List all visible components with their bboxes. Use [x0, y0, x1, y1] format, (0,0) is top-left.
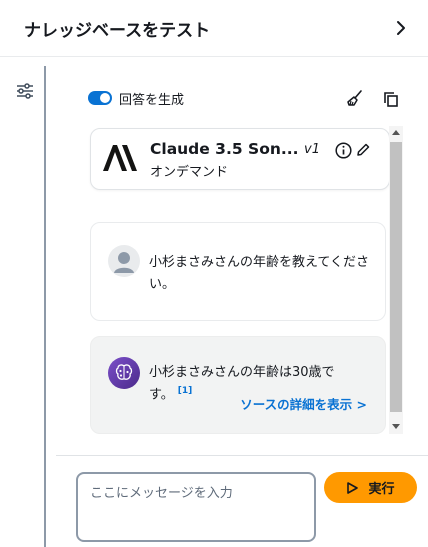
user-message-text: 小杉まさみさんの年齢を教えてください。 — [149, 255, 369, 292]
copy-icon[interactable] — [382, 90, 400, 108]
model-mode: オンデマンド — [150, 165, 229, 180]
assistant-message: 小杉まさみさんの年齢は30歳です。 [1] ソースの詳細を表示 > — [90, 336, 386, 434]
composer-divider — [56, 455, 428, 456]
run-button[interactable]: 実行 — [324, 472, 417, 503]
left-rail — [0, 57, 45, 547]
info-icon[interactable] — [335, 142, 352, 159]
scroll-up-arrow[interactable] — [392, 130, 400, 135]
panel-title: ナレッジベースをテスト — [24, 21, 211, 41]
chat-scrollbar[interactable] — [389, 126, 403, 434]
user-avatar — [108, 245, 140, 277]
play-icon — [347, 481, 359, 494]
broom-icon[interactable] — [346, 89, 364, 107]
generate-answer-toggle-row: 回答を生成 — [88, 88, 184, 108]
model-version: v1 — [304, 142, 320, 157]
run-label: 実行 — [368, 482, 395, 497]
model-name: Claude 3.5 Son... — [150, 140, 299, 158]
scroll-down-arrow[interactable] — [392, 424, 400, 429]
panel-header: ナレッジベースをテスト — [0, 0, 428, 56]
anthropic-logo — [103, 145, 137, 171]
generate-answer-toggle[interactable] — [88, 91, 112, 105]
model-selector-card[interactable]: Claude 3.5 Son... v1 オンデマンド — [90, 128, 390, 190]
scrollbar-thumb[interactable] — [390, 142, 402, 412]
pencil-icon[interactable] — [355, 142, 371, 158]
citation-link[interactable]: [1] — [178, 386, 193, 396]
view-source-details-link[interactable]: ソースの詳細を表示 > — [240, 394, 367, 413]
message-input[interactable] — [76, 472, 316, 542]
sliders-icon[interactable] — [15, 81, 35, 101]
rail-divider[interactable] — [44, 66, 46, 547]
generate-answer-label: 回答を生成 — [119, 92, 185, 108]
header-divider — [0, 56, 428, 57]
chevron-right-icon[interactable] — [392, 18, 410, 38]
user-message: 小杉まさみさんの年齢を教えてください。 — [90, 222, 386, 321]
ai-brain-avatar — [108, 357, 140, 389]
